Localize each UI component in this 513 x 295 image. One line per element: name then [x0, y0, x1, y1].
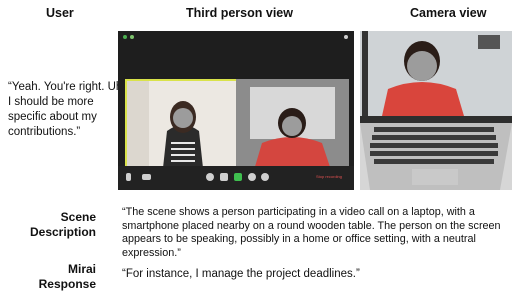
info-icon[interactable]	[123, 35, 127, 39]
mirai-response-text: “For instance, I manage the project dead…	[122, 268, 360, 280]
third-person-header: Third person view	[186, 6, 293, 20]
blurred-face	[173, 108, 193, 128]
share-screen-icon[interactable]	[234, 173, 242, 181]
scene-description-text: “The scene shows a person participating …	[122, 206, 501, 259]
participant-tile[interactable]	[236, 79, 349, 170]
call-top-bar	[118, 31, 354, 43]
video-call-window: Stop recording	[118, 31, 354, 190]
camera-photo	[360, 31, 512, 190]
participants-icon[interactable]	[206, 173, 214, 181]
reactions-icon[interactable]	[261, 173, 269, 181]
video-camera-icon[interactable]	[142, 174, 151, 180]
blurred-face	[407, 51, 437, 81]
participant-video	[236, 79, 349, 170]
participant-video	[127, 81, 239, 168]
call-toolbar: Stop recording	[118, 166, 354, 190]
chat-icon[interactable]	[220, 173, 228, 181]
stop-recording-button[interactable]: Stop recording	[316, 174, 342, 179]
fullscreen-icon[interactable]	[344, 35, 348, 39]
user-quote: “Yeah. You're right. Uh, I should be mor…	[8, 81, 126, 138]
user-header: User	[46, 6, 74, 20]
camera-header: Camera view	[410, 6, 487, 20]
participant-tile-active[interactable]	[125, 79, 241, 170]
record-icon[interactable]	[248, 173, 256, 181]
security-icon[interactable]	[130, 35, 134, 39]
mirai-response-label: Mirai Response	[38, 262, 96, 291]
blurred-face	[282, 116, 302, 136]
scene-description-label: Scene Description	[29, 210, 96, 239]
microphone-icon[interactable]	[126, 173, 131, 181]
camera-view	[360, 31, 512, 190]
